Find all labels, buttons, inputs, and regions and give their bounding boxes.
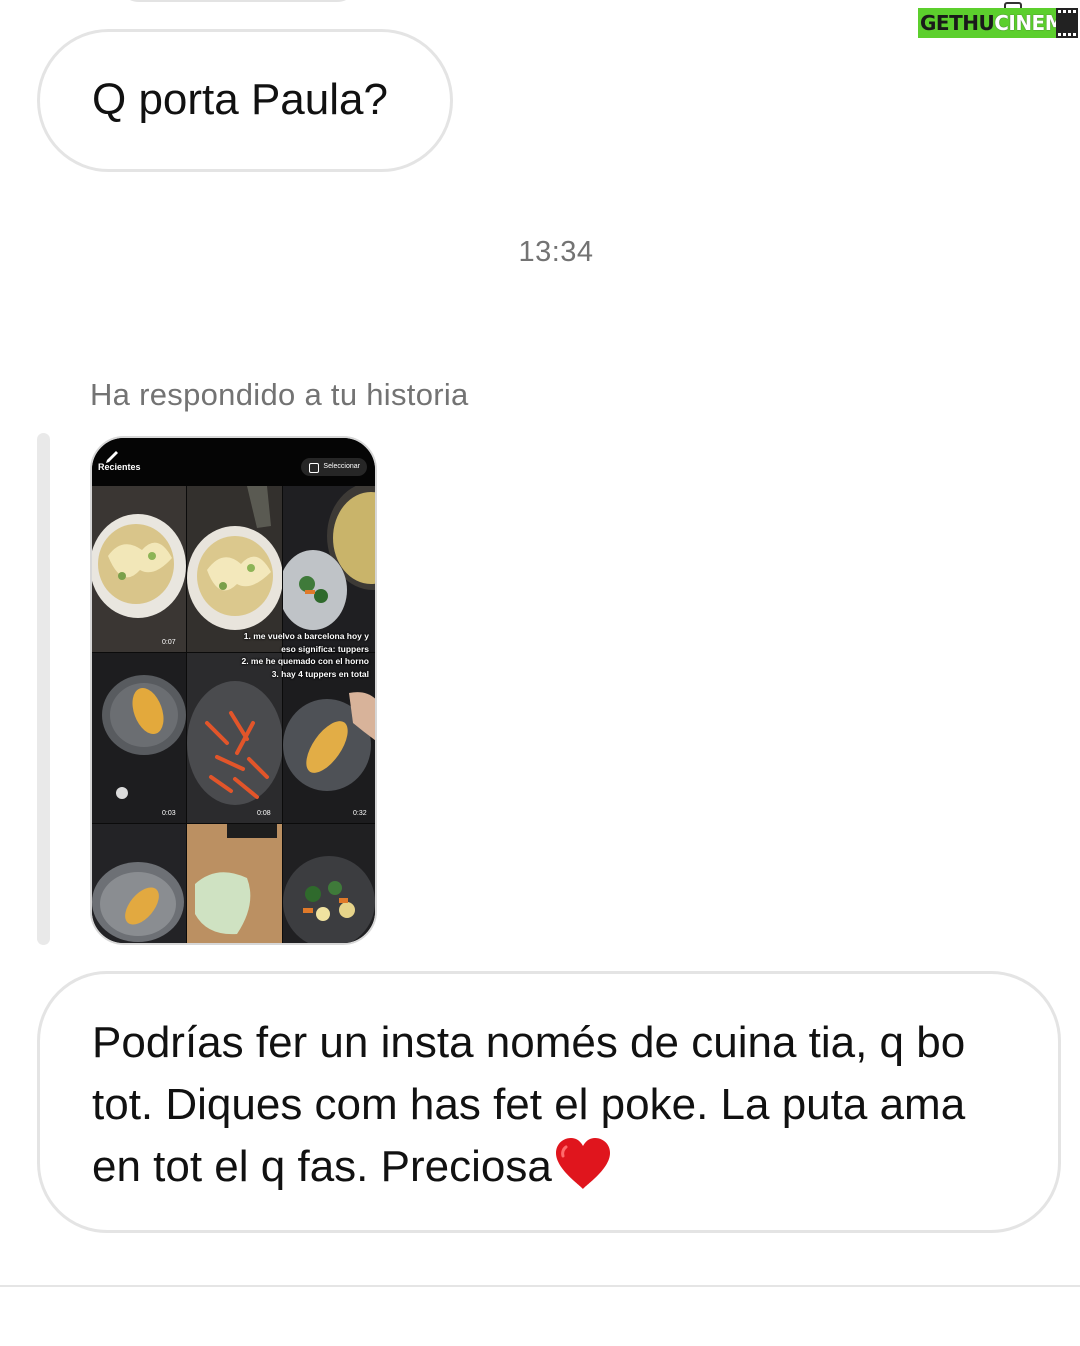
watermark-logo: GETHUCINEMA <box>918 2 1078 42</box>
message-text: Podrías fer un insta només de cuina tia,… <box>92 1018 966 1191</box>
story-select-label: Seleccionar <box>323 463 360 470</box>
message-timestamp: 13:34 <box>518 236 594 268</box>
video-duration: 0:03 <box>162 810 176 817</box>
video-duration: 0:32 <box>353 810 367 817</box>
story-album-label: Recientes <box>98 462 141 472</box>
previous-message-bubble-edge <box>118 0 358 2</box>
heart-icon <box>555 1138 610 1189</box>
food-thumbnail <box>187 824 282 943</box>
caption-line: 2. me he quemado con el horno <box>241 656 369 667</box>
caption-line: 3. hay 4 tuppers en total <box>271 668 369 679</box>
video-duration: 0:07 <box>162 639 176 646</box>
video-duration: 0:08 <box>257 810 271 817</box>
message-composer-area <box>0 1287 1080 1346</box>
reply-quote-bar <box>37 433 50 945</box>
film-strip-icon <box>1056 8 1078 38</box>
message-bubble-received-2[interactable]: Podrías fer un insta només de cuina tia,… <box>37 971 1061 1233</box>
food-thumbnail <box>92 824 186 943</box>
story-reply-label: Ha respondido a tu historia <box>90 377 469 412</box>
story-photo-grid: 0:07 0:03 0:08 0:32 <box>92 486 375 943</box>
story-select-button: Seleccionar <box>301 458 367 476</box>
watermark-brand-b: CINEMA <box>994 11 1056 35</box>
food-thumbnail: 0:03 <box>92 653 186 823</box>
message-bubble-received-1[interactable]: Q porta Paula? <box>37 29 453 172</box>
caption-line: eso significa: tuppers <box>281 643 369 654</box>
story-gallery-header: Recientes Seleccionar <box>92 438 375 486</box>
watermark-brand-a: GETHU <box>920 11 995 35</box>
food-thumbnail: 0:07 <box>92 486 186 652</box>
food-thumbnail <box>283 486 375 652</box>
select-icon <box>309 463 320 473</box>
message-text: Q porta Paula? <box>92 75 388 124</box>
food-thumbnail <box>283 824 375 943</box>
caption-line: 1. me vuelvo a barcelona hoy y <box>243 631 369 641</box>
story-caption: 1. me vuelvo a barcelona hoy y eso signi… <box>199 630 369 680</box>
story-preview[interactable]: Recientes Seleccionar 0:07 0:03 0:08 0:3… <box>90 436 377 945</box>
food-thumbnail <box>187 486 282 652</box>
watermark-text: GETHUCINEMA <box>918 8 1056 38</box>
